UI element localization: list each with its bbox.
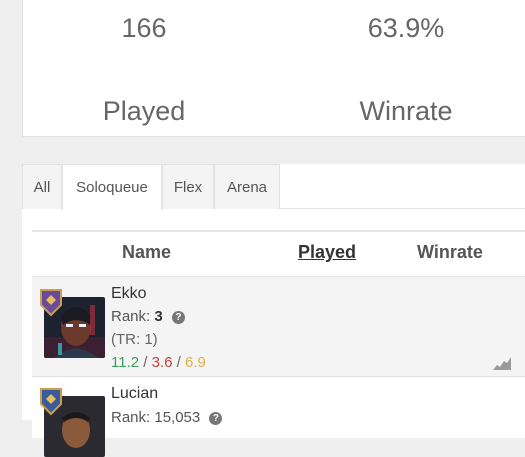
kills-value: 11.2 (111, 354, 140, 371)
stats-card: 166 63.9% Played Winrate (22, 0, 525, 137)
kda-separator: / (143, 354, 148, 371)
kda-separator: / (176, 354, 181, 371)
champion-table: Name Played Winrate Ekko Rank: 3 ? (TR: … (32, 230, 525, 457)
rank-label: Rank: (111, 409, 151, 426)
table-row[interactable]: Ekko Rank: 3 ? (TR: 1) 11.2 / 3.6 / 6.9 (32, 277, 525, 377)
column-header-name[interactable]: Name (122, 242, 171, 263)
tab-flex[interactable]: Flex (162, 164, 214, 209)
champion-name[interactable]: Ekko (111, 285, 147, 303)
tab-all[interactable]: All (22, 164, 62, 209)
played-count: 166 (121, 13, 167, 43)
rank-line: Rank: 3 ? (111, 308, 185, 325)
rank-value: 15,053 (154, 409, 201, 426)
champion-name[interactable]: Lucian (111, 385, 158, 403)
kda-line: 11.2 / 3.6 / 6.9 (111, 354, 206, 371)
question-circle-icon[interactable]: ? (209, 412, 223, 425)
column-header-played[interactable]: Played (298, 242, 356, 263)
column-header-winrate[interactable]: Winrate (417, 242, 483, 263)
mastery-badge-icon (40, 388, 62, 416)
deaths-value: 3.6 (151, 354, 173, 371)
champion-stats-panel: All Soloqueue Flex Arena Name Played Win… (22, 164, 525, 457)
mastery-badge-icon (40, 289, 62, 317)
winrate-value: 63.9% (367, 13, 445, 43)
winrate-label: Winrate (359, 96, 453, 126)
queue-tabs: All Soloqueue Flex Arena (22, 164, 525, 210)
question-circle-icon[interactable]: ? (171, 311, 185, 324)
tab-soloqueue[interactable]: Soloqueue (62, 164, 162, 210)
rank-value: 3 (154, 308, 163, 325)
trend-chart-icon[interactable] (493, 356, 511, 370)
played-label: Played (102, 96, 186, 126)
rank-line: Rank: 15,053 ? (111, 409, 223, 426)
tr-rank: (TR: 1) (111, 331, 158, 348)
rank-label: Rank: (111, 308, 151, 325)
tab-arena[interactable]: Arena (214, 164, 280, 209)
assists-value: 6.9 (184, 354, 206, 371)
table-row[interactable]: Lucian Rank: 15,053 ? (32, 378, 525, 457)
